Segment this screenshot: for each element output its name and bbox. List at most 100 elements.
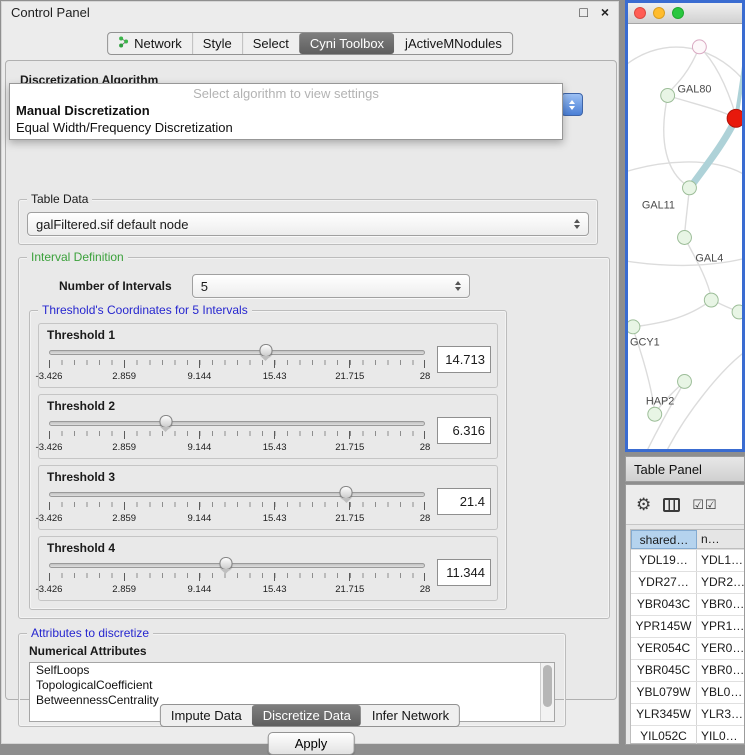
network-node-red[interactable] <box>727 109 742 127</box>
slider-track[interactable] <box>49 350 425 355</box>
slider-thumb[interactable] <box>340 486 353 499</box>
cell-shared-name[interactable]: YER054C <box>631 638 697 659</box>
table-row[interactable]: YPR145WYPR1… <box>631 616 744 638</box>
number-of-intervals-combobox[interactable]: 5 <box>192 274 470 298</box>
window-title: Control Panel <box>11 5 90 20</box>
table-row[interactable]: YER054CYER0… <box>631 638 744 660</box>
table-row[interactable]: YBL079WYBL0… <box>631 682 744 704</box>
slider-thumb[interactable] <box>219 557 232 570</box>
tab-impute-data[interactable]: Impute Data <box>161 705 252 726</box>
column-header-name[interactable]: n… <box>697 530 744 549</box>
threshold-slider[interactable]: -3.4262.8599.14415.4321.71528 <box>49 557 425 597</box>
network-node[interactable] <box>683 181 697 195</box>
scale-label: 2.859 <box>112 584 136 595</box>
slider-track[interactable] <box>49 563 425 568</box>
threshold-value-field[interactable]: 11.344 <box>437 559 491 586</box>
tab-network[interactable]: Network <box>108 33 192 54</box>
table-panel-titlebar[interactable]: Table Panel <box>625 456 745 482</box>
network-canvas[interactable]: GAL80GAL11GAL4GCY1HAP2 <box>628 24 742 449</box>
cell-name[interactable]: YIL0… <box>697 726 744 745</box>
cell-shared-name[interactable]: YDL19… <box>631 550 697 571</box>
algorithm-combobox-stepper[interactable] <box>561 93 583 116</box>
threshold-slider[interactable]: -3.4262.8599.14415.4321.71528 <box>49 415 425 455</box>
network-window-titlebar[interactable] <box>628 3 742 24</box>
cell-shared-name[interactable]: YBR043C <box>631 594 697 615</box>
slider-track[interactable] <box>49 421 425 426</box>
cell-name[interactable]: YPR1… <box>697 616 744 637</box>
scrollbar-thumb[interactable] <box>543 665 552 707</box>
combo-stepper-icon <box>450 281 466 291</box>
network-node[interactable] <box>678 231 692 245</box>
close-traffic-light-icon[interactable] <box>634 7 646 19</box>
network-node[interactable] <box>732 305 742 319</box>
cell-shared-name[interactable]: YBL079W <box>631 682 697 703</box>
select-columns-icons[interactable]: ☑ ☑ <box>692 497 716 513</box>
dropdown-option[interactable]: Manual Discretization <box>10 102 562 119</box>
network-node[interactable] <box>704 293 718 307</box>
attribute-list-item[interactable]: TopologicalCoefficient <box>30 678 554 693</box>
scale-label: 28 <box>420 584 431 595</box>
cell-shared-name[interactable]: YBR045C <box>631 660 697 681</box>
float-window-icon[interactable]: □ <box>579 5 587 19</box>
checkbox-icon[interactable]: ☑ <box>705 497 717 513</box>
table-row[interactable]: YLR345WYLR3… <box>631 704 744 726</box>
table-row[interactable]: YDR27…YDR2… <box>631 572 744 594</box>
slider-thumb[interactable] <box>259 344 272 357</box>
threshold-value-field[interactable]: 6.316 <box>437 417 491 444</box>
table-data-group: Table Data galFiltered.sif default node <box>18 199 598 245</box>
gear-icon[interactable]: ⚙ <box>636 496 651 513</box>
network-node[interactable] <box>678 375 692 389</box>
cell-shared-name[interactable]: YIL052C <box>631 726 697 745</box>
cell-shared-name[interactable]: YPR145W <box>631 616 697 637</box>
list-scrollbar[interactable] <box>540 663 554 721</box>
node-table[interactable]: shared… n… YDL19…YDL1…YDR27…YDR2…YBR043C… <box>630 529 744 744</box>
network-view-window[interactable]: GAL80GAL11GAL4GCY1HAP2 <box>625 0 745 452</box>
cell-name[interactable]: YDR2… <box>697 572 744 593</box>
tab-label: Style <box>203 36 232 51</box>
attribute-list-item[interactable]: SelfLoops <box>30 663 554 678</box>
threshold-slider[interactable]: -3.4262.8599.14415.4321.71528 <box>49 486 425 526</box>
network-node[interactable] <box>661 89 675 103</box>
cell-name[interactable]: YBL0… <box>697 682 744 703</box>
tab-jactivemnodules[interactable]: jActiveMNodules <box>394 33 512 54</box>
network-node[interactable] <box>628 320 640 334</box>
columns-icon[interactable] <box>663 498 680 512</box>
table-row[interactable]: YBR043CYBR0… <box>631 594 744 616</box>
tab-select[interactable]: Select <box>242 33 299 54</box>
slider-thumb[interactable] <box>159 415 172 428</box>
table-row[interactable]: YDL19…YDL1… <box>631 550 744 572</box>
slider-major-ticks <box>49 573 425 581</box>
cell-shared-name[interactable]: YDR27… <box>631 572 697 593</box>
table-data-combobox[interactable]: galFiltered.sif default node <box>27 212 589 236</box>
tab-cyni-toolbox[interactable]: Cyni Toolbox <box>299 33 394 54</box>
threshold-value-field[interactable]: 14.713 <box>437 346 491 373</box>
threshold-panel-4: Threshold 4-3.4262.8599.14415.4321.71528… <box>38 536 498 601</box>
tab-infer-network[interactable]: Infer Network <box>361 705 459 726</box>
dropdown-option[interactable]: Equal Width/Frequency Discretization <box>10 119 562 136</box>
table-row[interactable]: YBR045CYBR0… <box>631 660 744 682</box>
apply-button[interactable]: Apply <box>268 732 355 755</box>
thresholds-group-label: Threshold's Coordinates for 5 Intervals <box>38 303 252 317</box>
checkbox-icon[interactable]: ☑ <box>692 497 704 513</box>
minimize-traffic-light-icon[interactable] <box>653 7 665 19</box>
column-header-shared-name[interactable]: shared… <box>631 530 697 549</box>
cell-name[interactable]: YER0… <box>697 638 744 659</box>
tab-style[interactable]: Style <box>192 33 242 54</box>
network-node-pink[interactable] <box>692 40 706 54</box>
cell-name[interactable]: YBR0… <box>697 660 744 681</box>
network-node[interactable] <box>648 407 662 421</box>
threshold-slider[interactable]: -3.4262.8599.14415.4321.71528 <box>49 344 425 384</box>
threshold-value-field[interactable]: 21.4 <box>437 488 491 515</box>
tab-discretize-data[interactable]: Discretize Data <box>252 705 361 726</box>
thresholds-container: Threshold 1-3.4262.8599.14415.4321.71528… <box>38 323 498 601</box>
cell-name[interactable]: YBR0… <box>697 594 744 615</box>
cell-name[interactable]: YLR3… <box>697 704 744 725</box>
cell-name[interactable]: YDL1… <box>697 550 744 571</box>
tab-label: jActiveMNodules <box>405 36 502 51</box>
table-row[interactable]: YIL052CYIL0… <box>631 726 744 745</box>
control-panel-titlebar[interactable]: Control Panel □ × <box>1 1 619 23</box>
close-icon[interactable]: × <box>601 5 609 19</box>
cell-shared-name[interactable]: YLR345W <box>631 704 697 725</box>
slider-track[interactable] <box>49 492 425 497</box>
zoom-traffic-light-icon[interactable] <box>672 7 684 19</box>
